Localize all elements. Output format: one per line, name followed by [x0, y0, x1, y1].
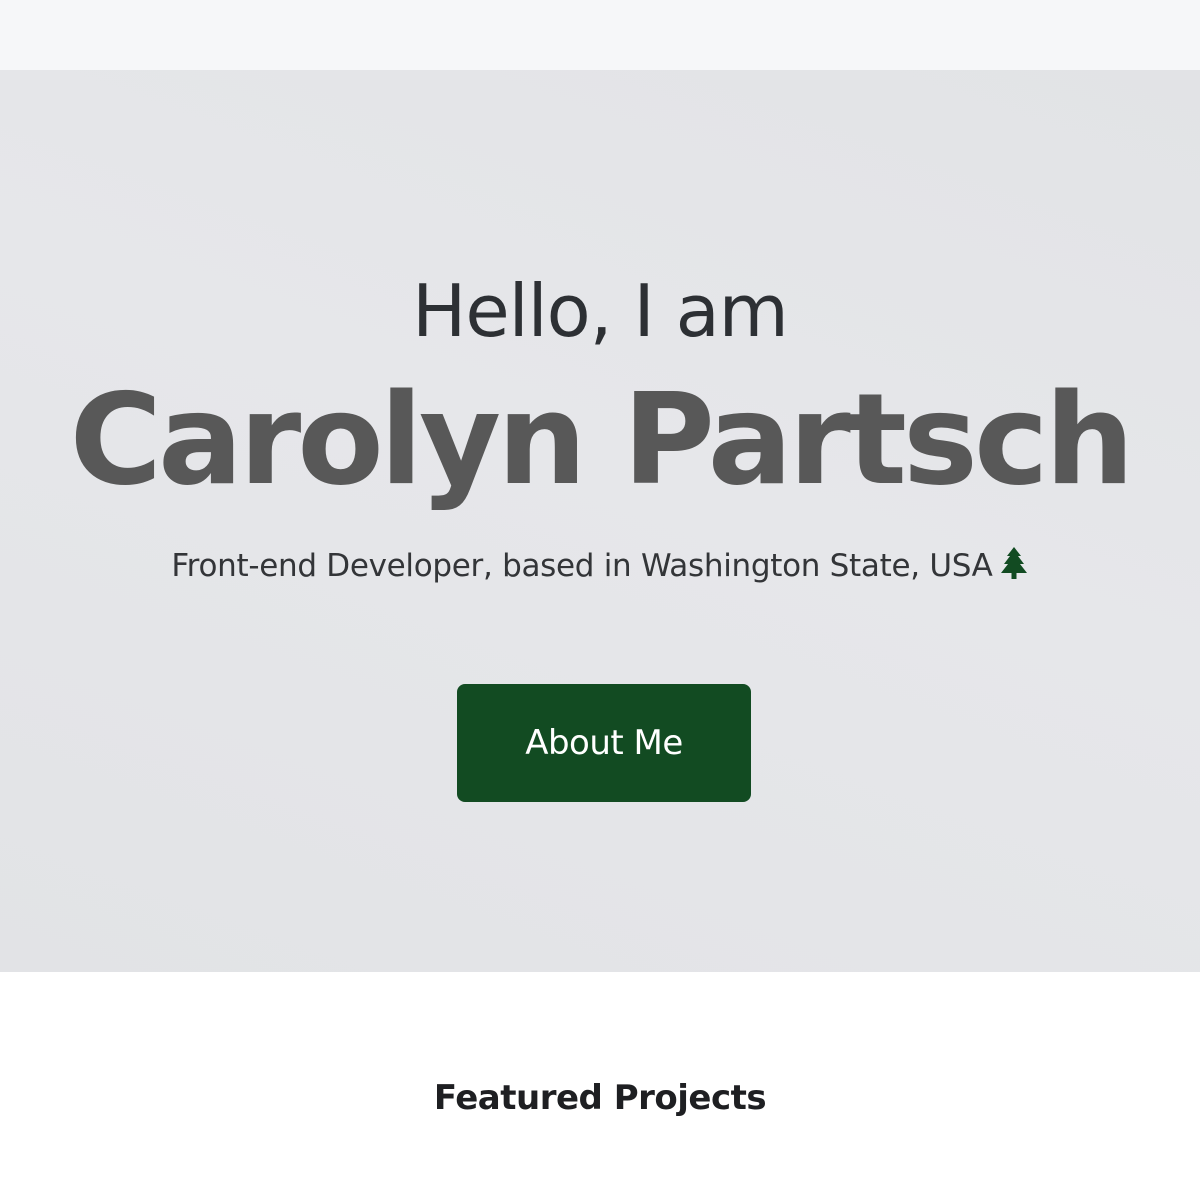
hero-section: Hello, I am Carolyn Partsch Front-end De… — [0, 70, 1200, 972]
top-nav-bar — [0, 0, 1200, 70]
evergreen-tree-icon — [1000, 547, 1027, 579]
hero-subtitle-text: Front-end Developer, based in Washington… — [171, 548, 993, 584]
hero-subtitle: Front-end Developer, based in Washington… — [0, 544, 1200, 588]
hero-name: Carolyn Partsch — [69, 366, 1135, 513]
hero-greeting: Hello, I am — [412, 269, 789, 353]
about-me-button[interactable]: About Me — [457, 684, 751, 802]
featured-projects-title: Featured Projects — [433, 1078, 767, 1118]
